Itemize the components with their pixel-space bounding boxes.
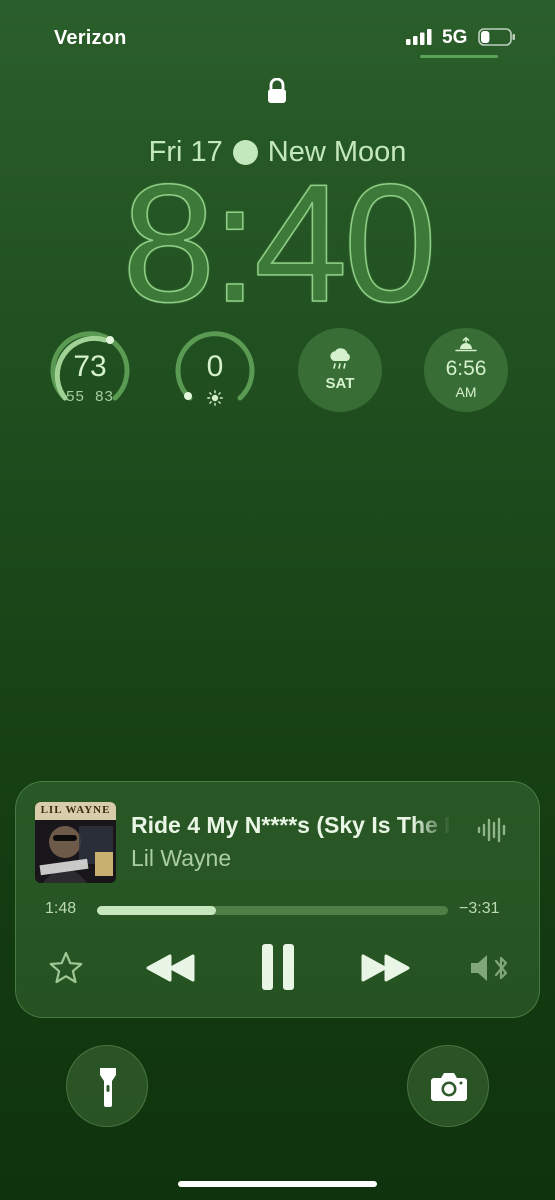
- track-artist: Lil Wayne: [131, 845, 232, 871]
- elapsed-time: 1:48: [45, 900, 77, 917]
- flashlight-icon: [100, 1068, 116, 1107]
- track-title: Ride 4 My N****s (Sky Is The Limit): [131, 812, 451, 838]
- temperature-current: 73: [73, 350, 107, 383]
- sunrise-time: 6:56: [445, 357, 487, 380]
- bluetooth-audio-icon[interactable]: [469, 952, 513, 984]
- camera-button[interactable]: [407, 1045, 489, 1127]
- album-art-text: LIL WAYNE: [40, 804, 111, 816]
- temperature-low: 55: [66, 388, 85, 405]
- home-indicator[interactable]: [178, 1181, 377, 1187]
- carrier-label: Verizon: [54, 27, 127, 49]
- rewind-button[interactable]: [145, 952, 197, 984]
- forecast-day: SAT: [325, 374, 355, 392]
- pause-button[interactable]: [260, 942, 296, 992]
- fast-forward-button[interactable]: [359, 952, 411, 984]
- playback-progress-fill: [97, 906, 217, 915]
- sun-icon: [207, 390, 223, 406]
- album-art[interactable]: LIL WAYNE: [35, 802, 116, 883]
- rain-cloud-icon: [330, 347, 350, 369]
- temperature-range: 55 83: [48, 388, 132, 405]
- uv-index-value: 0: [206, 350, 224, 383]
- clock-time[interactable]: 8:40: [0, 158, 555, 328]
- flashlight-button[interactable]: [66, 1045, 148, 1127]
- lock-icon: [268, 78, 286, 103]
- audio-waveform-icon: [477, 817, 506, 843]
- favorite-star-icon[interactable]: [47, 950, 85, 986]
- sunrise-widget[interactable]: 6:56 AM: [424, 328, 508, 412]
- remaining-time: −3:31: [459, 900, 500, 917]
- weather-forecast-widget[interactable]: SAT: [298, 328, 382, 412]
- status-focus-indicator: [420, 55, 498, 58]
- sunrise-icon: [455, 337, 477, 352]
- status-bar: Verizon 5G: [0, 0, 555, 70]
- battery-icon: [478, 28, 515, 46]
- playback-scrubber[interactable]: [97, 906, 448, 915]
- sunrise-period: AM: [455, 384, 477, 400]
- cellular-signal-icon: [406, 29, 432, 45]
- network-type-label: 5G: [442, 27, 468, 48]
- now-playing-card[interactable]: LIL WAYNE Ride 4 My N****s (Sky Is The L…: [15, 781, 540, 1018]
- camera-icon: [431, 1073, 467, 1101]
- uv-index-widget[interactable]: 0: [173, 328, 257, 412]
- temperature-widget[interactable]: 73 55 83: [48, 328, 132, 412]
- temperature-high: 83: [95, 388, 114, 405]
